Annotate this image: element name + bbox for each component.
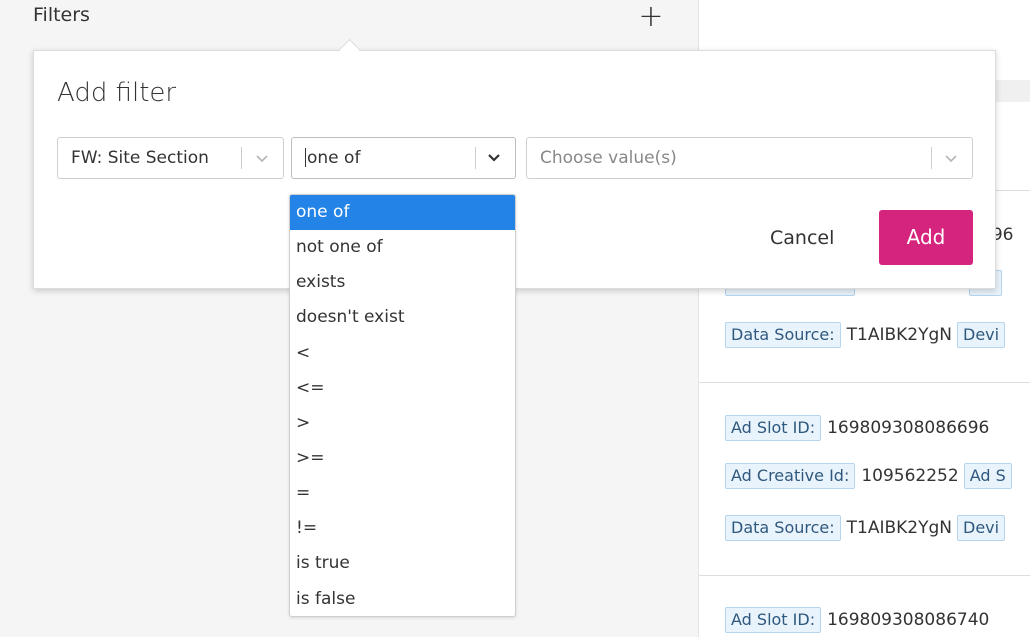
data-source-tag[interactable]: Data Source: [725,515,841,541]
ad-creative-id-tag[interactable]: Ad Creative Id: [725,463,856,489]
ad-tag[interactable]: Ad S [963,463,1012,489]
ad-slot-id-value: 169809308086740 [827,610,990,630]
card2-row1: Ad Slot ID: 169809308086696 [725,415,994,441]
chevron-down-icon[interactable] [944,151,958,165]
cancel-button[interactable]: Cancel [770,227,834,249]
operator-option[interactable]: is false [290,582,515,616]
operator-dropdown-menu: one of not one of exists doesn't exist < <= > >… [289,194,516,617]
operator-option[interactable]: != [290,511,515,546]
card-divider [699,382,1030,383]
device-tag[interactable]: Devi [957,515,1006,541]
select-separator [241,147,242,169]
chevron-down-icon[interactable] [255,151,269,165]
text-caret [305,147,306,167]
card1-row3: Data Source: T1AIBK2YgN Devi [725,322,1011,348]
chevron-down-icon[interactable] [487,151,501,165]
data-source-tag[interactable]: Data Source: [725,322,841,348]
operator-option[interactable]: < [290,336,515,371]
select-separator [475,147,476,169]
plus-icon[interactable]: + [637,0,665,34]
ad-slot-id-value: 169809308086696 [827,418,990,438]
device-tag[interactable]: Devi [957,322,1006,348]
ad-slot-id-tag[interactable]: Ad Slot ID: [725,415,822,441]
operator-option[interactable]: exists [290,265,515,300]
popover-title: Add filter [57,78,177,108]
value-select[interactable]: Choose value(s) [526,137,973,179]
ad-slot-id-tag[interactable]: Ad Slot ID: [725,607,822,633]
data-source-value: T1AIBK2YgN [846,325,953,345]
card3-row1: Ad Slot ID: 169809308086740 [725,607,994,633]
field-select-value: FW: Site Section [71,148,209,168]
operator-option[interactable]: not one of [290,230,515,265]
operator-option[interactable]: is true [290,546,515,581]
filters-title: Filters [33,4,90,26]
operator-option[interactable]: >= [290,441,515,476]
operator-option[interactable]: <= [290,371,515,406]
operator-option[interactable]: = [290,476,515,511]
operator-option[interactable]: one of [290,195,515,231]
data-source-value: T1AIBK2YgN [846,518,953,538]
card-divider [699,575,1030,576]
add-button[interactable]: Add [879,210,973,265]
operator-option[interactable]: > [290,406,515,441]
card2-row3: Data Source: T1AIBK2YgN Devi [725,515,1011,541]
operator-option[interactable]: doesn't exist [290,300,515,335]
select-separator [931,147,932,169]
operator-select[interactable]: one of [291,137,516,179]
operator-select-text: one of [307,148,361,168]
value-select-placeholder: Choose value(s) [540,148,677,168]
card2-row2: Ad Creative Id: 109562252 Ad S [725,463,1018,489]
operator-select-value: one of [305,138,360,178]
ad-creative-id-value: 109562252 [861,466,959,486]
field-select[interactable]: FW: Site Section [57,137,284,179]
